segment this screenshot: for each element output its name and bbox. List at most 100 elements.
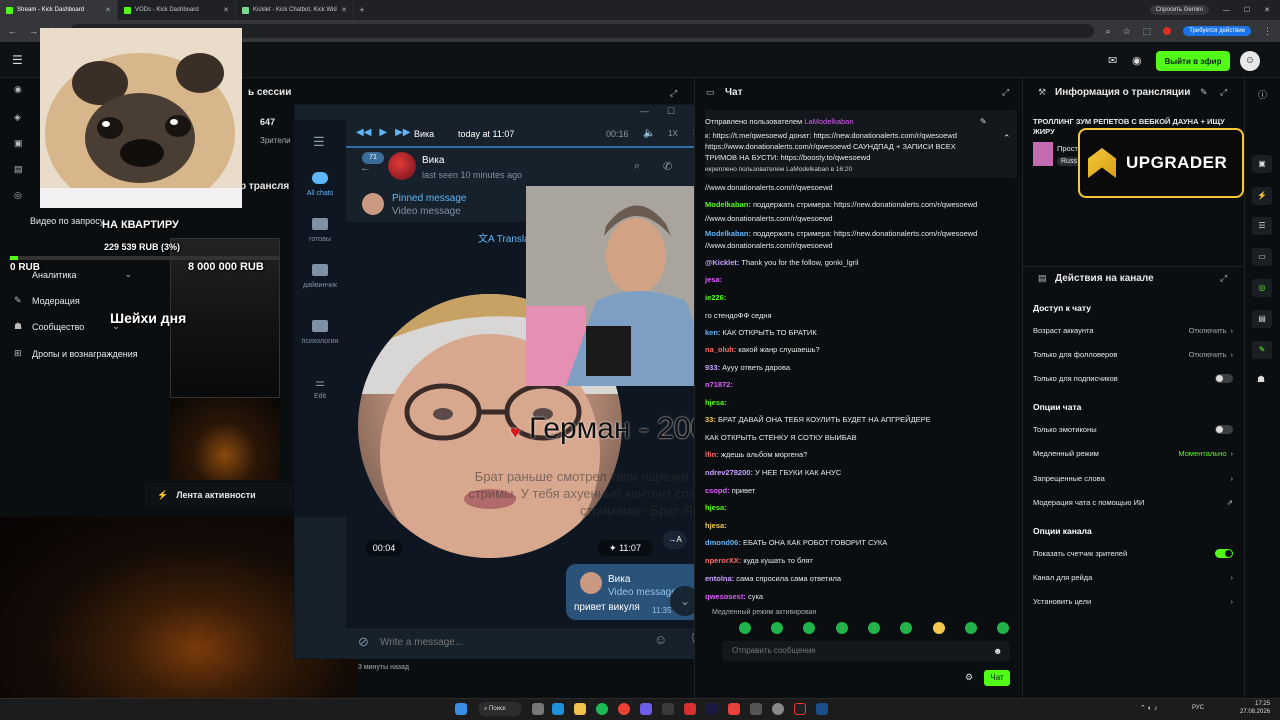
profile-icon[interactable] (1163, 27, 1172, 35)
steam-icon[interactable] (816, 703, 828, 715)
tg-folder-edit[interactable]: ⚌ Edit (294, 376, 346, 400)
volume-icon[interactable]: 🔈 (643, 128, 655, 139)
emote-icon[interactable] (965, 622, 977, 634)
minimize-icon[interactable]: — (1223, 7, 1230, 14)
chat-username[interactable]: hjesa: (705, 398, 727, 407)
emote-icon[interactable] (771, 622, 783, 634)
show-viewers-toggle[interactable] (1215, 549, 1233, 558)
minimize-icon[interactable]: — (640, 106, 649, 117)
ask-gemini-button[interactable]: Спросить Gemini (1149, 5, 1209, 15)
chat-username[interactable]: ie226: (705, 293, 726, 302)
chat-bubble-icon[interactable]: ✉ (1108, 54, 1117, 67)
chat-username[interactable]: hjesa: (705, 503, 727, 512)
record-icon[interactable]: ◉ (1132, 54, 1142, 67)
new-tab-button[interactable]: + (354, 5, 370, 15)
rail-button-lightning[interactable]: ⚡ (1252, 187, 1272, 205)
chat-username[interactable]: Modelkaban: (705, 200, 751, 209)
windows-start-icon[interactable] (455, 703, 467, 715)
chat-username[interactable]: 33: (705, 415, 716, 424)
search-icon[interactable]: ⌕ (634, 160, 640, 173)
emote-icon[interactable] (933, 622, 945, 634)
chat-username[interactable]: entolna: (705, 574, 734, 583)
tg-message-input[interactable] (380, 634, 640, 650)
edit-icon[interactable]: ✎ (1200, 87, 1208, 98)
tg-folder-dayvinchik[interactable]: дайвинчик (294, 264, 346, 289)
rail-button-target[interactable]: ◎ (1252, 279, 1272, 297)
obs-icon[interactable] (772, 703, 784, 715)
sidebar-item-stream[interactable]: ◉ (14, 84, 24, 95)
gear-icon[interactable]: ⚙ (965, 672, 973, 683)
chat-username[interactable]: lfin: (705, 450, 719, 459)
emote-icon[interactable] (868, 622, 880, 634)
menu-dots-icon[interactable]: ⋮ (1263, 26, 1272, 37)
tray-icons[interactable]: ⌃ ◐ ♪ (1140, 704, 1157, 712)
sidebar-item-c[interactable]: ◎ (14, 190, 24, 201)
sidebar-item-video-request[interactable]: Видео по запросу (30, 216, 104, 226)
chevron-up-icon[interactable]: ⌃ (1003, 133, 1011, 144)
chat-username[interactable]: jesa: (705, 275, 722, 284)
sidebar-item-drops[interactable]: ⊞ Дропы и вознаграждения (14, 348, 138, 359)
ai-moderation-row[interactable]: Модерация чата с помощью ИИ ⇗ (1033, 498, 1233, 507)
banned-words-row[interactable]: Запрещенные слова › (1033, 474, 1233, 483)
sidebar-item-d2[interactable]: ▤ (14, 164, 24, 175)
expand-icon[interactable]: ⤢ (670, 88, 677, 99)
expand-icon[interactable]: ⤢ (1220, 87, 1227, 98)
close-icon[interactable]: ✕ (105, 6, 111, 14)
emotes-only-toggle[interactable] (1215, 425, 1233, 434)
maximize-icon[interactable]: ☐ (1244, 6, 1250, 14)
close-icon[interactable]: ✕ (341, 6, 347, 14)
sidebar-item-moderation[interactable]: ✎ Модерация (14, 295, 80, 306)
emoji-icon[interactable]: ☺ (654, 632, 667, 647)
chat-username[interactable]: ndrev278200: (705, 468, 753, 477)
back-arrow-icon[interactable]: ← (360, 162, 371, 174)
pin-icon[interactable]: ✎ (980, 117, 987, 126)
subs-only-toggle[interactable] (1215, 374, 1233, 383)
tg-folder-ready[interactable]: готовы (294, 218, 346, 243)
emote-icon[interactable] (900, 622, 912, 634)
emoji-icon[interactable]: ☻ (993, 646, 1002, 656)
expand-icon[interactable]: ⤢ (1002, 87, 1009, 98)
extension-icon[interactable]: ⬚ (1143, 26, 1152, 37)
fast-forward-icon[interactable]: ▶▶ (395, 127, 410, 138)
youtube-icon[interactable] (728, 703, 740, 715)
tg-folder-all-chats[interactable]: All chats (294, 172, 346, 197)
explorer-icon[interactable] (574, 703, 586, 715)
zoom-icon[interactable]: ⌕ (1106, 26, 1111, 37)
activity-feed-header[interactable]: ⚡ Лента активности (145, 483, 293, 507)
raid-channel-row[interactable]: Канал для рейда › (1033, 573, 1233, 582)
chat-username[interactable]: ken: (705, 328, 720, 337)
bookmark-star-icon[interactable]: ☆ (1123, 26, 1131, 37)
app-icon[interactable] (750, 703, 762, 715)
expand-icon[interactable]: ⤢ (1220, 273, 1227, 284)
browser-tab-kicklet[interactable]: Kicklet - Kick Chatbot, Kick Wid ✕ (236, 0, 354, 20)
transcribe-button[interactable]: →A (663, 531, 687, 549)
audition-icon[interactable] (706, 703, 718, 715)
rail-button-stats[interactable]: ▣ (1252, 155, 1272, 173)
attach-icon[interactable]: ⊘ (358, 634, 369, 650)
emote-icon[interactable] (739, 622, 751, 634)
sidebar-item-community[interactable]: ☗ Сообщество ⌄ (14, 321, 120, 332)
translate-button[interactable]: 文A Transla (478, 230, 530, 245)
play-icon[interactable]: ▶ (379, 127, 387, 138)
emote-icon[interactable] (997, 622, 1009, 634)
user-avatar[interactable]: ☺ (1240, 51, 1260, 71)
rail-button-doc[interactable]: ▤ (1252, 310, 1272, 328)
slow-mode-row[interactable]: Медленный режим Моментально › (1033, 449, 1233, 458)
rail-button-list[interactable]: ☰ (1252, 217, 1272, 235)
chat-username[interactable]: @Kicklet: (705, 258, 739, 267)
chat-username[interactable]: n71872: (705, 380, 733, 389)
chat-username[interactable]: dmond06: (705, 538, 741, 547)
tiktok-icon[interactable] (794, 703, 806, 715)
users-icon[interactable]: ☗ (1257, 374, 1265, 385)
info-icon[interactable]: ⓘ (1258, 88, 1267, 101)
tg-chat-avatar[interactable] (388, 152, 416, 180)
back-icon[interactable]: ← (8, 26, 17, 36)
emote-icon[interactable] (836, 622, 848, 634)
rewind-icon[interactable]: ◀◀ (356, 127, 371, 138)
taskbar-search[interactable]: ⌕ Поиск (478, 702, 522, 716)
rail-button-chat[interactable]: ▭ (1252, 248, 1272, 266)
chat-message-input[interactable] (722, 641, 1010, 661)
sidebar-item-d1[interactable]: ▣ (14, 138, 24, 149)
maximize-icon[interactable]: ☐ (667, 106, 675, 117)
account-age-row[interactable]: Возраст аккаунта Отключить › (1033, 326, 1233, 335)
